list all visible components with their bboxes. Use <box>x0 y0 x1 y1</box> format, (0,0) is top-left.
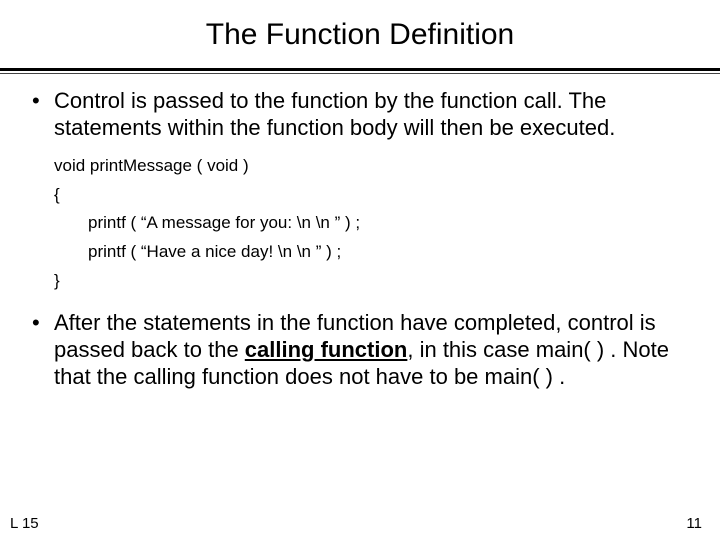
code-line: printf ( “Have a nice day! \n \n ” ) ; <box>54 238 692 267</box>
slide: The Function Definition Control is passe… <box>0 0 720 540</box>
code-block: void printMessage ( void ) { printf ( “A… <box>54 152 692 296</box>
bullet-text-bold: calling function <box>245 337 408 362</box>
bullet-list: Control is passed to the function by the… <box>28 88 692 142</box>
footer-left: L 15 <box>10 515 39 532</box>
bullet-list: After the statements in the function hav… <box>28 310 692 390</box>
code-signature: void printMessage ( void ) <box>54 152 692 181</box>
slide-title: The Function Definition <box>0 0 720 62</box>
bullet-item: Control is passed to the function by the… <box>28 88 692 142</box>
code-brace-open: { <box>54 181 692 210</box>
code-brace-close: } <box>54 267 692 296</box>
title-rule-thick <box>0 68 720 71</box>
slide-body: Control is passed to the function by the… <box>0 74 720 391</box>
bullet-item: After the statements in the function hav… <box>28 310 692 390</box>
code-line: printf ( “A message for you: \n \n ” ) ; <box>54 209 692 238</box>
page-number: 11 <box>686 515 702 532</box>
